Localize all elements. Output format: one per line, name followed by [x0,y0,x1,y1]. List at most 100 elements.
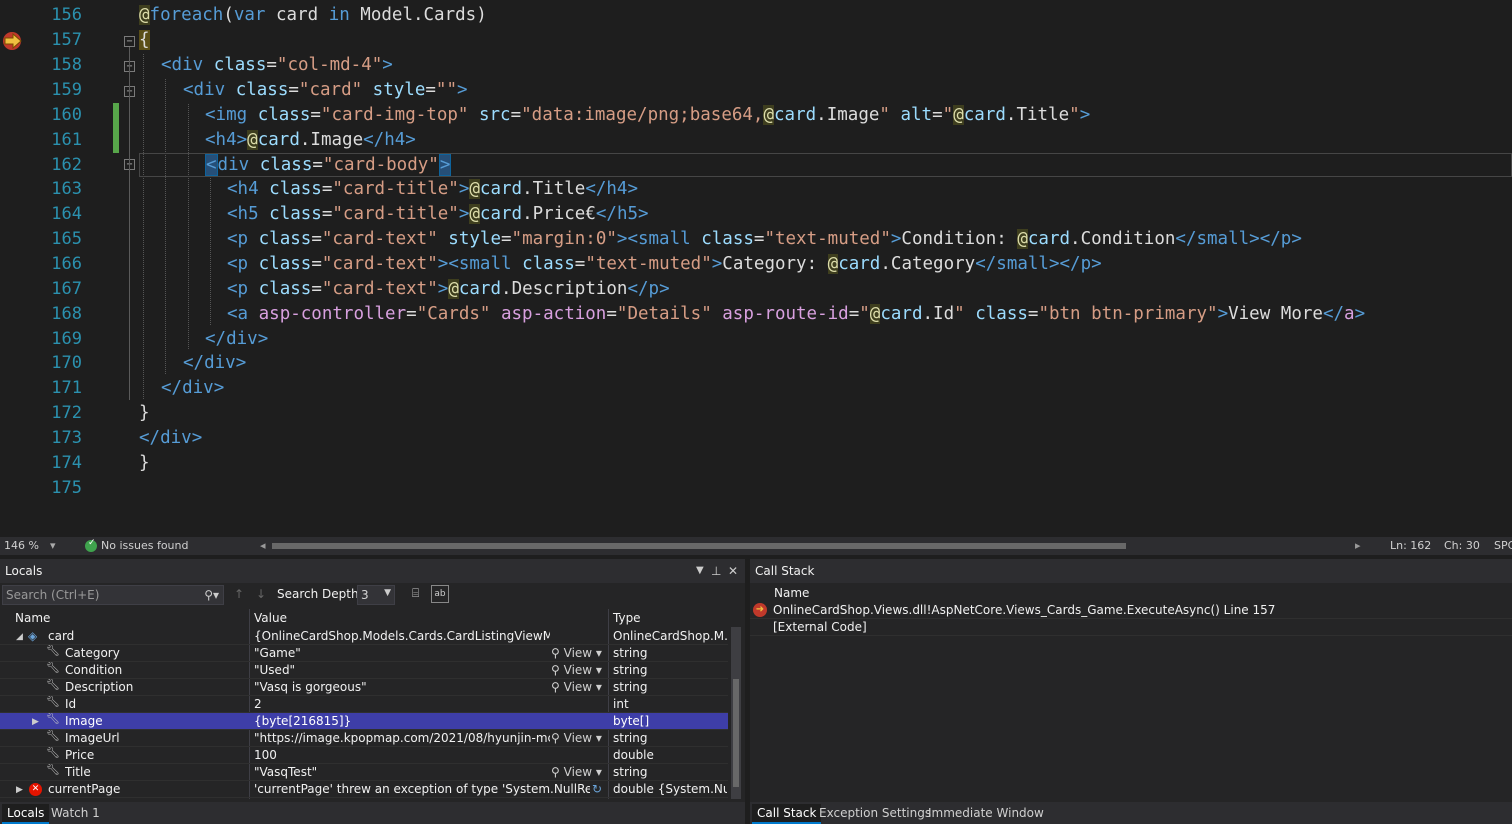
search-depth-label: Search Depth: [277,587,363,601]
html-string: "card" [298,80,363,100]
code-text: > [1079,105,1091,125]
code-line-161: <h4>@card.Image</h4> [205,128,416,153]
table-row[interactable]: ▶ ✕ currentPage 'currentPage' threw an e… [0,781,728,798]
variable-value[interactable]: "https://image.kpopmap.com/2021/08/hyunj… [254,730,550,747]
table-row[interactable]: ◢ ◈ card {OnlineCardShop.Models.Cards.Ca… [0,628,728,645]
variable-name: Price [65,748,95,762]
tab-call-stack[interactable]: Call Stack [752,804,822,824]
html-string: "" [435,80,457,100]
arrow-up-icon[interactable]: ↑ [234,587,244,601]
table-row[interactable]: 🔧︎ Title "VasqTest" ⚲ View ▾ string [0,764,728,781]
scroll-right-icon[interactable]: ▸ [1355,539,1361,552]
table-row[interactable]: 🔧︎ ImageUrl "https://image.kpopmap.com/2… [0,730,728,747]
pin-source-icon[interactable]: ⌸ [412,586,419,601]
variable-value[interactable]: "Vasq is gorgeous" [254,679,550,696]
line-number: 156 [51,5,82,25]
variable-value[interactable]: 100 [254,747,550,764]
view-visualizer-button[interactable]: ⚲ View ▾ [551,764,606,781]
view-visualizer-button[interactable]: ⚲ View ▾ [551,645,606,662]
table-row[interactable]: 🔧︎ Price 100 double [0,747,728,764]
razor-id: card [838,254,881,274]
code-text: = [500,229,512,249]
table-row[interactable]: 🔧︎ Condition "Used" ⚲ View ▾ string [0,662,728,679]
code-text: > [1091,254,1102,274]
call-stack-frame[interactable]: ➜ OnlineCardShop.Views.dll!AspNetCore.Vi… [750,602,1512,619]
variable-name: Title [65,765,91,779]
column-header-type[interactable]: Type [613,609,641,627]
code-text: < [205,130,216,150]
spacing-indicator[interactable]: SPC [1494,539,1512,552]
code-text: = [312,155,323,175]
html-tag: h4 [384,130,406,150]
html-attr: class [248,254,312,274]
tab-locals[interactable]: Locals [2,804,50,824]
scrollbar-thumb[interactable] [733,679,739,787]
code-editor[interactable]: − − − − 156 157 158 159 160 161 162 163 … [0,0,1512,537]
line-number: 170 [51,353,82,373]
code-line-164: <h5 class="card-title">@card.Price€</h5> [227,202,649,227]
view-visualizer-button[interactable]: ⚲ View ▾ [551,662,606,679]
refresh-icon[interactable]: ↻ [592,781,602,798]
line-number: 158 [51,55,82,75]
error-icon: ✕ [29,783,42,796]
html-tag: div [171,55,204,75]
pin-icon[interactable]: ⊥ [711,559,721,583]
code-text: > [382,55,393,75]
html-tag: p [237,254,249,274]
html-tag: div [204,353,236,373]
variable-value[interactable]: 2 [254,696,550,713]
column-header-value[interactable]: Value [254,609,287,627]
expand-collapse-icon[interactable]: ◢ [16,629,23,646]
zoom-level[interactable]: 146 % [4,539,39,552]
hex-display-icon[interactable]: ab [431,585,449,603]
issues-status[interactable]: No issues found [101,539,188,552]
search-icon[interactable]: ⚲▾ [204,586,219,604]
variable-value[interactable]: "VasqTest" [254,764,550,781]
tab-immediate-window[interactable]: Immediate Window [923,804,1049,822]
tab-watch-1[interactable]: Watch 1 [46,804,105,822]
code-text: card [265,5,329,25]
table-row[interactable]: 🔧︎ Description "Vasq is gorgeous" ⚲ View… [0,679,728,696]
table-row[interactable]: 🔧︎ Id 2 int [0,696,728,713]
code-text: < [227,204,238,224]
razor-member: Image [826,105,880,125]
chevron-down-icon[interactable]: ▾ [50,539,56,552]
vertical-scrollbar[interactable] [731,627,741,799]
line-number: 165 [51,229,82,249]
table-row-selected[interactable]: ▶ 🔧︎ Image {byte[216815]} byte[] [0,713,728,730]
line-number: 167 [51,279,82,299]
expand-icon[interactable]: ▶ [16,782,23,799]
arrow-down-icon[interactable]: ↓ [256,587,266,601]
variable-value[interactable]: 'currentPage' threw an exception of type… [254,781,590,798]
search-input[interactable]: Search (Ctrl+E) ⚲▾ [2,585,224,605]
locals-title-bar: Locals ▼ ⊥ ✕ [0,559,745,583]
html-attr: class [225,80,289,100]
variable-value[interactable]: {OnlineCardShop.Models.Cards.CardListing… [254,628,550,645]
view-visualizer-button[interactable]: ⚲ View ▾ [551,679,606,696]
column-header-name[interactable]: Name [774,584,809,602]
search-depth-select[interactable]: 3 ▼ [357,585,395,605]
call-stack-frame[interactable]: [External Code] [750,619,1512,636]
expand-icon[interactable]: ▶ [32,714,39,731]
tag-helper-attr: asp-route-id [711,304,849,324]
dropdown-arrow-icon[interactable]: ▼ [696,559,704,583]
html-attr: class [248,279,312,299]
html-string: "card-text" [321,254,438,274]
variable-value[interactable]: {byte[216815]} [254,713,550,730]
tab-exception-settings[interactable]: Exception Settings [814,804,936,822]
code-text: < [227,254,238,274]
scroll-left-icon[interactable]: ◂ [260,539,266,552]
variable-value[interactable]: "Used" [254,662,550,679]
close-icon[interactable]: ✕ [728,559,738,583]
variable-value[interactable]: "Game" [254,645,550,662]
code-line-162: <div class="card-body"> [205,153,452,178]
code-text: . [501,279,512,299]
horizontal-scrollbar-thumb[interactable] [272,543,1126,549]
view-visualizer-button[interactable]: ⚲ View ▾ [551,730,606,747]
call-stack-panel: Call Stack Name ➜ OnlineCardShop.Views.d… [750,559,1512,824]
column-header-name[interactable]: Name [15,609,50,627]
html-string: " [879,105,890,125]
code-text: . [880,254,891,274]
table-row[interactable]: 🔧︎ Category "Game" ⚲ View ▾ string [0,645,728,662]
brace: { [139,30,150,50]
